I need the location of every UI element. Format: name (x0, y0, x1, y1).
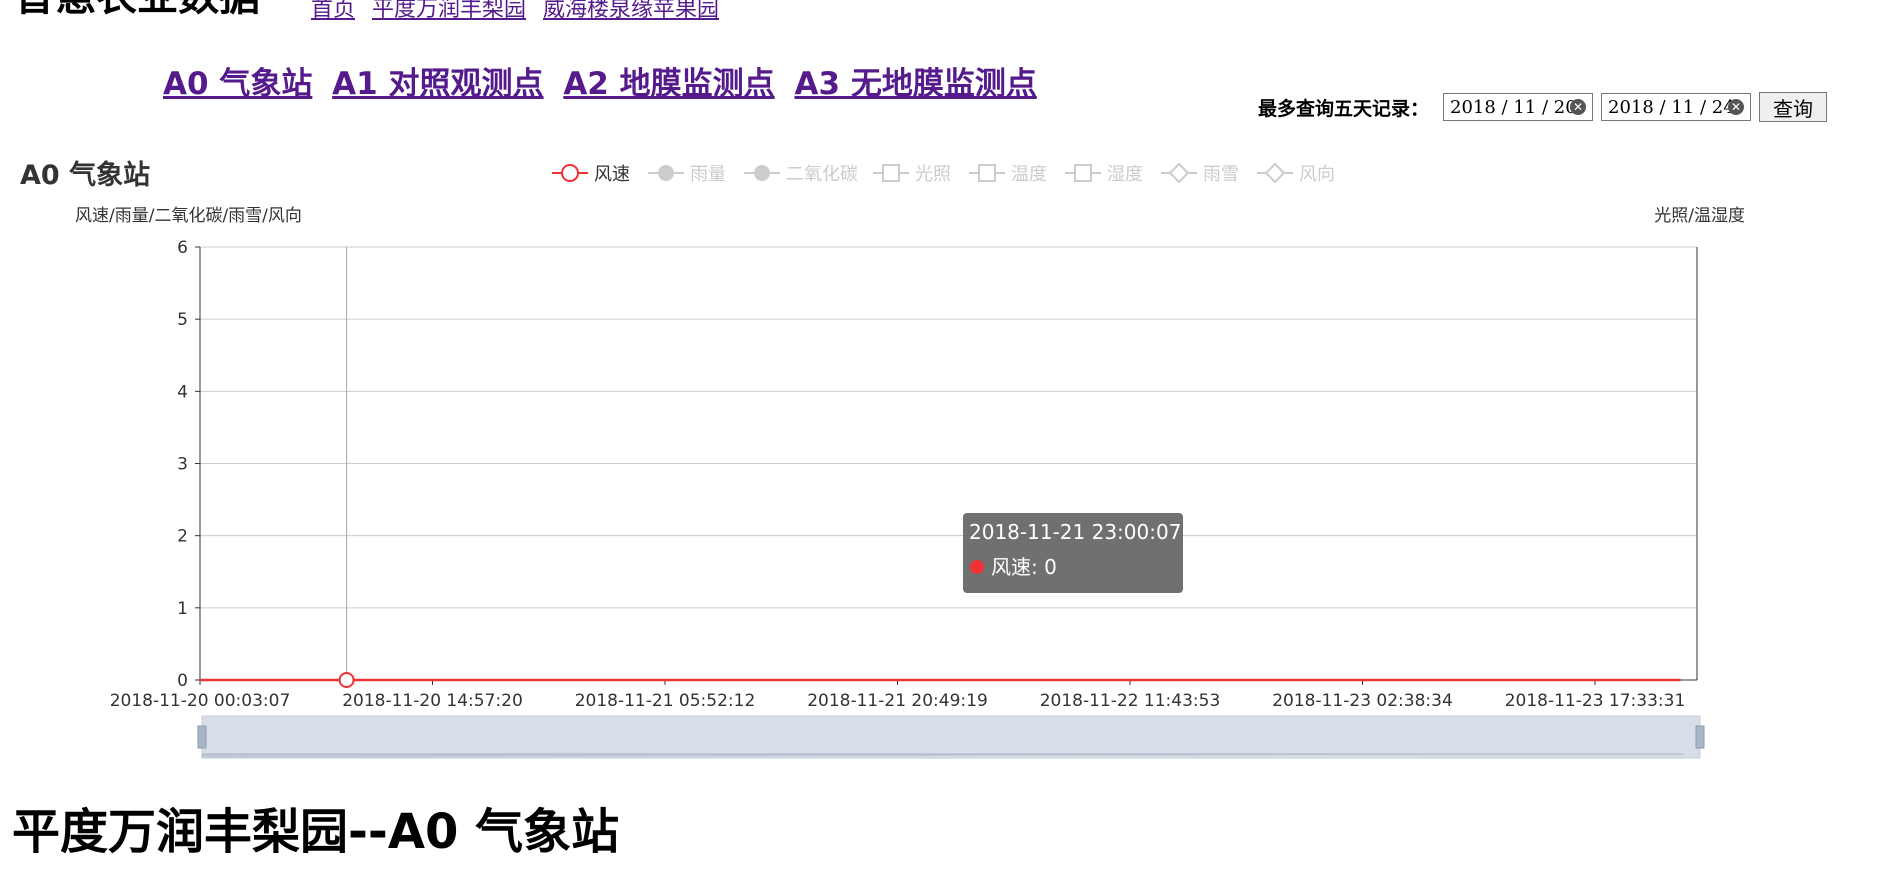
zoom-track (201, 715, 1701, 759)
station-link-a1[interactable]: A1 对照观测点 (332, 66, 543, 102)
clear-start-date-icon[interactable]: ✕ (1570, 99, 1587, 115)
chart-grid (200, 246, 1697, 681)
chart-legend: 风速 雨量 二氧化碳 光照 温度 湿度 雨雪 风向 (552, 162, 1335, 185)
tooltip-time: 2018-11-21 23:00:07 (969, 520, 1181, 544)
legend-square-icon (882, 164, 900, 182)
x-tick-label: 2018-11-21 20:49:19 (807, 691, 988, 711)
date-query-bar: 最多查询五天记录： 2018 / 11 / 20 ✕ 2018 / 11 / 2… (1258, 92, 1828, 122)
hover-crosshair (338, 247, 355, 688)
legend-item-1[interactable]: 雨量 (648, 164, 726, 185)
y-tick-label: 4 (177, 382, 188, 402)
y-tick-label: 0 (177, 671, 188, 691)
legend-item-4[interactable]: 温度 (969, 164, 1047, 185)
left-axis-label: 风速/雨量/二氧化碳/雨雪/风向 (75, 206, 302, 226)
end-date-value: 2018 / 11 / 24 (1608, 96, 1735, 118)
y-tick-label: 6 (177, 238, 188, 258)
x-tick-label: 2018-11-21 05:52:12 (575, 691, 756, 711)
legend-label: 温度 (1011, 164, 1047, 185)
legend-label: 湿度 (1107, 164, 1143, 185)
clear-end-date-icon[interactable]: ✕ (1728, 99, 1745, 115)
station-link-a2[interactable]: A2 地膜监测点 (563, 66, 774, 102)
zoom-handle-left[interactable] (197, 725, 207, 749)
legend-label: 光照 (915, 164, 951, 185)
legend-diamond-icon (1168, 162, 1190, 184)
x-tick-label: 2018-11-20 00:03:07 (110, 691, 291, 711)
legend-item-7[interactable]: 风向 (1257, 162, 1335, 185)
chart-tooltip: 2018-11-21 23:00:07 风速: 0 (963, 513, 1183, 593)
nav-link-home[interactable]: 首页 (311, 0, 355, 22)
hover-point (338, 672, 355, 688)
y-tick-label: 2 (177, 527, 188, 547)
tooltip-marker (970, 560, 984, 574)
legend-item-5[interactable]: 湿度 (1065, 164, 1143, 185)
start-date-value: 2018 / 11 / 20 (1450, 96, 1577, 118)
legend-label: 雨量 (690, 164, 726, 185)
y-tick-label: 5 (177, 310, 188, 330)
legend-circle-icon (561, 164, 579, 182)
station-nav: A0 气象站 A1 对照观测点 A2 地膜监测点 A3 无地膜监测点 (163, 58, 1046, 103)
legend-item-2[interactable]: 二氧化碳 (744, 164, 858, 185)
legend-dot-icon (658, 165, 674, 181)
nav-link-weihai[interactable]: 威海楼泉缘苹果园 (543, 0, 719, 22)
legend-square-icon (978, 164, 996, 182)
legend-square-icon (1074, 164, 1092, 182)
x-tick-label: 2018-11-20 14:57:20 (342, 691, 523, 711)
tooltip-value: 风速: 0 (991, 555, 1057, 579)
legend-item-0[interactable]: 风速 (552, 164, 630, 185)
y-tick-label: 3 (177, 455, 188, 475)
top-nav: 首页 平度万润丰梨园 威海楼泉缘苹果园 (311, 0, 729, 23)
x-tick-label: 2018-11-22 11:43:53 (1040, 691, 1221, 711)
x-tick-label: 2018-11-23 02:38:34 (1272, 691, 1453, 711)
legend-diamond-icon (1264, 162, 1286, 184)
site-title: 智慧农业数据 (14, 0, 260, 17)
legend-label: 风向 (1299, 164, 1335, 185)
nav-link-pingdu[interactable]: 平度万润丰梨园 (372, 0, 526, 22)
right-axis-label: 光照/温湿度 (1654, 206, 1745, 226)
wind-speed-chart[interactable]: A0 气象站 风速 雨量 二氧化碳 光照 温度 湿度 雨雪 风向 风速/雨量/二氧化碳/雨雪/… (0, 150, 1890, 765)
y-tick-label: 1 (177, 599, 188, 619)
zoom-handle-right[interactable] (1695, 725, 1705, 749)
legend-label: 风速 (594, 164, 630, 185)
query-label: 最多查询五天记录： (1258, 97, 1430, 120)
end-date-input[interactable]: 2018 / 11 / 24 ✕ (1601, 93, 1752, 121)
station-link-a0[interactable]: A0 气象站 (163, 66, 312, 102)
legend-label: 雨雪 (1203, 164, 1239, 185)
query-button[interactable]: 查询 (1759, 92, 1828, 122)
legend-item-6[interactable]: 雨雪 (1161, 162, 1239, 185)
legend-item-3[interactable]: 光照 (873, 164, 951, 185)
section-title: 平度万润丰梨园--A0 气象站 (12, 804, 620, 860)
start-date-input[interactable]: 2018 / 11 / 20 ✕ (1443, 93, 1594, 121)
legend-dot-icon (754, 165, 770, 181)
data-zoom-slider[interactable] (197, 715, 1705, 759)
x-tick-label: 2018-11-23 17:33:31 (1505, 691, 1686, 711)
chart-title: A0 气象站 (20, 159, 150, 191)
station-link-a3[interactable]: A3 无地膜监测点 (794, 66, 1036, 102)
y-axis: 0 1 2 3 4 5 6 (177, 238, 1698, 691)
legend-label: 二氧化碳 (786, 164, 858, 185)
